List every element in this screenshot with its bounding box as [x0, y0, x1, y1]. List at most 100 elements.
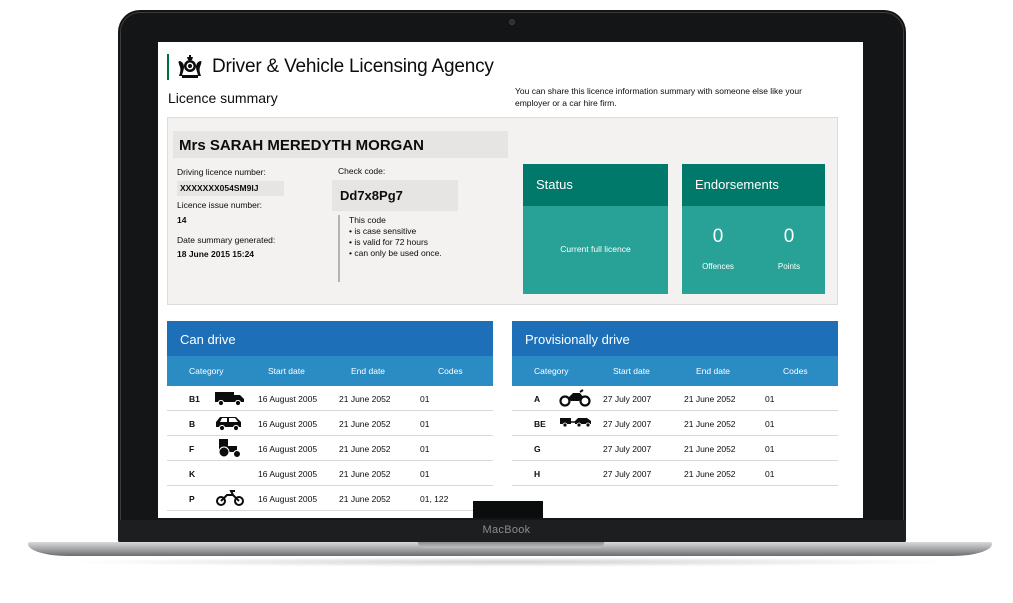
- generated-date: 18 June 2015 15:24: [177, 249, 255, 259]
- column-header: Codes: [438, 366, 463, 376]
- agency-brand[interactable]: Driver & Vehicle Licensing Agency: [167, 54, 494, 80]
- row-category: G: [534, 444, 541, 454]
- column-header: Category: [189, 366, 224, 376]
- can-drive-title: Can drive: [167, 321, 493, 356]
- laptop-notch: [418, 542, 604, 548]
- van-icon: [215, 392, 244, 406]
- row-start-date: 16 August 2005: [258, 444, 318, 454]
- row-codes: 01: [765, 469, 775, 479]
- check-code-note: This code • is case sensitive • is valid…: [338, 215, 442, 282]
- provisional-title: Provisionally drive: [512, 321, 838, 356]
- row-codes: 01: [765, 444, 775, 454]
- camera-icon: [509, 19, 515, 25]
- row-end-date: 21 June 2052: [339, 444, 391, 454]
- row-start-date: 16 August 2005: [258, 419, 318, 429]
- column-header: Start date: [268, 366, 305, 376]
- row-codes: 01: [420, 469, 430, 479]
- row-category: F: [189, 444, 195, 454]
- royal-crest-icon: [178, 55, 202, 78]
- row-end-date: 21 June 2052: [684, 419, 736, 429]
- licence-number-label: Driving licence number:: [177, 167, 266, 177]
- agency-name: Driver & Vehicle Licensing Agency: [212, 56, 494, 77]
- holder-name: Mrs SARAH MEREDYTH MORGAN: [179, 137, 425, 154]
- table-row: BE 27 July 2007 21 June 2052 01: [512, 411, 838, 436]
- code-note-line: This code: [349, 215, 386, 225]
- row-category: BE: [534, 419, 546, 429]
- code-note-line: • is case sensitive: [349, 226, 417, 236]
- offences-label: Offences: [702, 262, 734, 271]
- screen: Driver & Vehicle Licensing Agency Licenc…: [158, 42, 863, 518]
- motorcycle-icon: [559, 389, 591, 407]
- table-row: A 27 July 2007 21 June 2052 01: [512, 386, 838, 411]
- points-count: 0: [783, 226, 795, 247]
- row-end-date: 21 June 2052: [339, 494, 391, 504]
- row-start-date: 16 August 2005: [258, 494, 318, 504]
- table-row: K 16 August 2005 21 June 2052 01: [167, 461, 493, 486]
- issue-number: 14: [177, 215, 187, 225]
- row-category: B1: [189, 394, 200, 404]
- endorsements-card: Endorsements 0 Offences 0 Points: [682, 164, 825, 294]
- table-row: B 16 August 2005 21 June 2052 01: [167, 411, 493, 436]
- row-end-date: 21 June 2052: [339, 469, 391, 479]
- row-end-date: 21 June 2052: [339, 394, 391, 404]
- car-icon: [216, 417, 241, 431]
- row-category: A: [534, 394, 541, 404]
- row-end-date: 21 June 2052: [684, 394, 736, 404]
- code-note-line: • can only be used once.: [349, 248, 442, 258]
- offences-count: 0: [712, 226, 724, 247]
- holder-name-box: Mrs SARAH MEREDYTH MORGAN: [173, 131, 508, 158]
- row-end-date: 21 June 2052: [684, 469, 736, 479]
- status-title: Status: [523, 164, 668, 206]
- endorsements-title: Endorsements: [682, 164, 825, 206]
- provisional-columns: Category Start date End date Codes: [512, 356, 838, 386]
- row-end-date: 21 June 2052: [339, 419, 391, 429]
- row-start-date: 27 July 2007: [603, 394, 652, 404]
- row-codes: 01: [765, 419, 775, 429]
- can-drive-table: Can drive Category Start date End date C…: [167, 321, 493, 511]
- laptop-mockup: MacBook Driver & Vehicle Licensing Agenc…: [0, 0, 1013, 603]
- row-codes: 01: [420, 419, 430, 429]
- row-start-date: 27 July 2007: [603, 469, 652, 479]
- row-codes: 01: [420, 394, 430, 404]
- row-start-date: 16 August 2005: [258, 394, 318, 404]
- table-row: H 27 July 2007 21 June 2052 01: [512, 461, 838, 486]
- table-row: F 16 August 2005 21 June 2052 01: [167, 436, 493, 461]
- column-header: Start date: [613, 366, 650, 376]
- row-start-date: 27 July 2007: [603, 444, 652, 454]
- row-codes: 01: [765, 394, 775, 404]
- column-header: End date: [351, 366, 386, 376]
- table-row: P 16 August 2005 21 June 2052 01, 122: [167, 486, 493, 511]
- row-codes: 01, 122: [420, 494, 449, 504]
- moped-icon: [216, 490, 244, 506]
- check-code-label: Check code:: [338, 166, 386, 176]
- row-category: B: [189, 419, 196, 429]
- check-code: Dd7x8Pg7: [340, 188, 403, 203]
- licence-summary-panel: Mrs SARAH MEREDYTH MORGAN Driving licenc…: [167, 117, 838, 305]
- row-category: K: [189, 469, 196, 479]
- can-drive-columns: Category Start date End date Codes: [167, 356, 493, 386]
- laptop-shadow: [60, 557, 960, 567]
- row-category: P: [189, 494, 195, 504]
- row-start-date: 16 August 2005: [258, 469, 318, 479]
- page-title: Licence summary: [168, 90, 278, 106]
- device-label: MacBook: [482, 524, 531, 536]
- status-card: Status Current full licence: [523, 164, 668, 294]
- row-end-date: 21 June 2052: [684, 444, 736, 454]
- licence-number: XXXXXXX054SM9IJ: [180, 183, 259, 193]
- row-start-date: 27 July 2007: [603, 419, 652, 429]
- row-codes: 01: [420, 444, 430, 454]
- car-trailer-icon: [560, 418, 591, 428]
- code-note-line: • is valid for 72 hours: [349, 237, 429, 247]
- row-category: H: [534, 469, 541, 479]
- check-code-box[interactable]: Dd7x8Pg7: [332, 180, 458, 211]
- column-header: End date: [696, 366, 731, 376]
- table-row: B1 16 August 2005 21 June 2052 01: [167, 386, 493, 411]
- table-row: G 27 July 2007 21 June 2052 01: [512, 436, 838, 461]
- share-info-text: You can share this licence information s…: [515, 86, 802, 108]
- redaction-block: [473, 501, 543, 518]
- column-header: Codes: [783, 366, 808, 376]
- points-label: Points: [777, 262, 801, 271]
- licence-number-box: XXXXXXX054SM9IJ: [177, 181, 284, 196]
- issue-number-label: Licence issue number:: [177, 200, 263, 210]
- provisional-table: Provisionally drive Category Start date …: [512, 321, 838, 486]
